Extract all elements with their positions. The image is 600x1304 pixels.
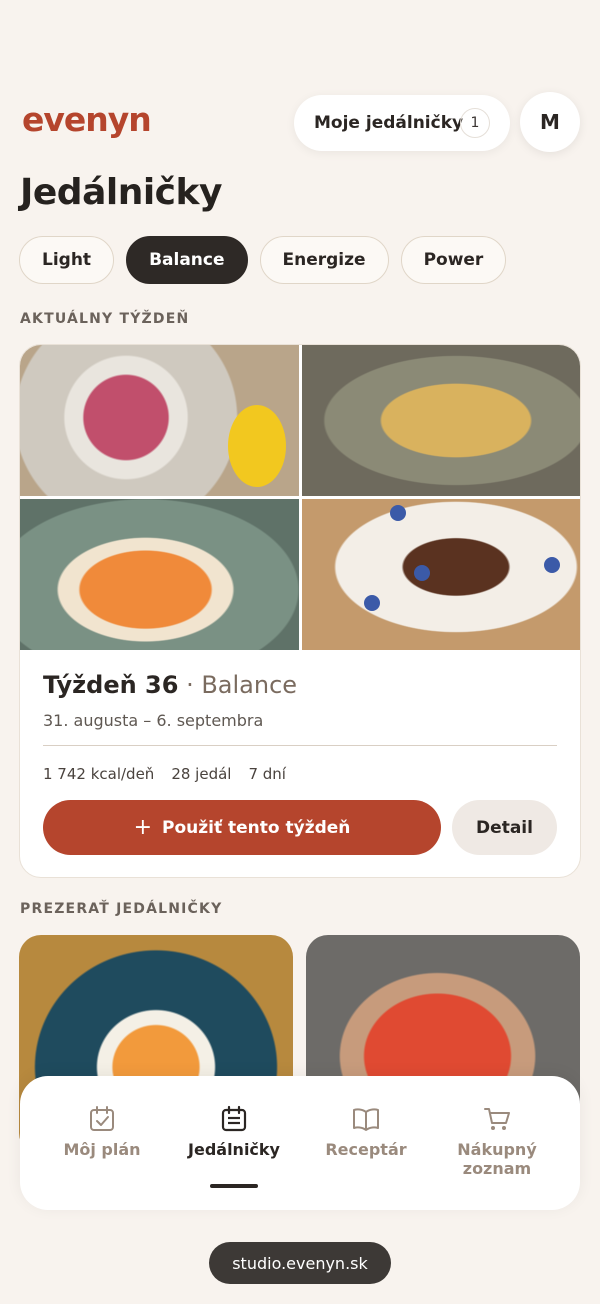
calories-stat: 1 742 kcal/deň bbox=[43, 765, 155, 783]
week-title-separator: · bbox=[178, 671, 202, 699]
header: evenyn Moje jedálničky 1 M bbox=[20, 92, 580, 152]
bottom-navigation: Môj plán Jedálničky Receptár Nákupný zoz… bbox=[20, 1076, 580, 1210]
week-stats: 1 742 kcal/deň 28 jedál 7 dní bbox=[43, 765, 286, 783]
book-icon bbox=[353, 1108, 379, 1131]
meal-photo-raspberry-bowl bbox=[20, 345, 299, 496]
filter-chip-energize[interactable]: Energize bbox=[259, 236, 389, 284]
blueberry-decoration bbox=[414, 565, 430, 581]
my-plans-label: Moje jedálničky bbox=[314, 113, 464, 133]
nav-label: Nákupný zoznam bbox=[457, 1140, 537, 1178]
meal-photo-grid bbox=[20, 345, 580, 650]
week-plan-name: Balance bbox=[201, 671, 298, 699]
meals-stat: 28 jedál bbox=[171, 765, 232, 783]
my-plans-button[interactable]: Moje jedálničky 1 bbox=[294, 95, 510, 151]
plus-icon: + bbox=[133, 814, 153, 840]
week-date-range: 31. augusta – 6. septembra bbox=[43, 711, 264, 730]
blueberry-decoration bbox=[544, 557, 560, 573]
meal-photo-salmon-egg bbox=[20, 499, 299, 650]
days-stat: 7 dní bbox=[248, 765, 286, 783]
my-plans-count-badge: 1 bbox=[460, 108, 490, 138]
nav-item-my-plan[interactable]: Môj plán bbox=[42, 1104, 162, 1159]
nav-item-recipes[interactable]: Receptár bbox=[306, 1104, 426, 1159]
calendar-list-icon bbox=[221, 1105, 247, 1132]
lemon-decoration bbox=[228, 405, 286, 487]
cart-icon bbox=[484, 1108, 510, 1130]
current-week-section-label: AKTUÁLNY TÝŽDEŇ bbox=[20, 311, 190, 327]
meal-photo-chocolate-bread bbox=[302, 499, 580, 650]
filter-chip-light[interactable]: Light bbox=[19, 236, 115, 284]
meal-photo-baked-dish bbox=[302, 345, 580, 496]
logo[interactable]: evenyn bbox=[22, 100, 152, 139]
active-nav-indicator bbox=[210, 1184, 258, 1188]
detail-button[interactable]: Detail bbox=[452, 800, 557, 855]
week-title: Týždeň 36 · Balance bbox=[43, 671, 297, 699]
plan-filter-chips: Light Balance Energize Power bbox=[19, 236, 507, 284]
use-this-week-label: Použiť tento týždeň bbox=[162, 817, 351, 838]
url-pill: studio.evenyn.sk bbox=[209, 1242, 391, 1284]
browse-section-label: PREZERAŤ JEDÁLNIČKY bbox=[20, 901, 223, 917]
use-this-week-button[interactable]: + Použiť tento týždeň bbox=[43, 800, 441, 855]
current-week-card[interactable]: Týždeň 36 · Balance 31. augusta – 6. sep… bbox=[19, 344, 581, 878]
page-title: Jedálničky bbox=[20, 172, 222, 213]
calendar-check-icon bbox=[90, 1106, 114, 1131]
blueberry-decoration bbox=[390, 505, 406, 521]
divider bbox=[43, 745, 557, 746]
nav-item-meal-plans[interactable]: Jedálničky bbox=[174, 1104, 294, 1159]
nav-label: Receptár bbox=[325, 1140, 407, 1159]
week-number: Týždeň 36 bbox=[43, 671, 179, 699]
filter-chip-balance[interactable]: Balance bbox=[126, 236, 248, 284]
avatar[interactable]: M bbox=[520, 92, 580, 152]
nav-label: Môj plán bbox=[63, 1140, 141, 1159]
nav-label: Jedálničky bbox=[188, 1140, 280, 1159]
blueberry-decoration bbox=[364, 595, 380, 611]
filter-chip-power[interactable]: Power bbox=[400, 236, 507, 284]
nav-item-shopping-list[interactable]: Nákupný zoznam bbox=[437, 1104, 557, 1178]
